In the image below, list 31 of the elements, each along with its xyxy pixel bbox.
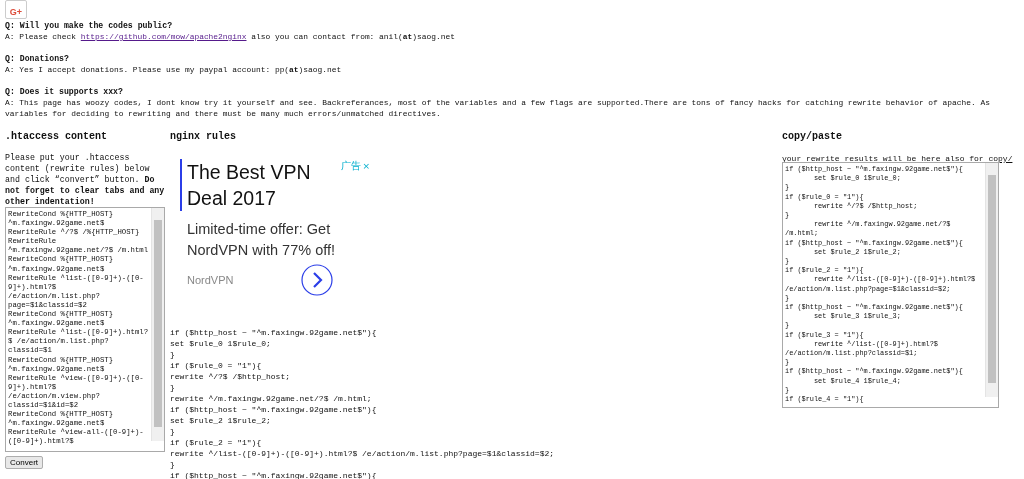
code-line: }	[170, 459, 176, 470]
faq-question: Q: Will you make the codes public?	[5, 20, 174, 31]
code-line: if ($rule_2 = "1"){	[170, 437, 263, 448]
code-line: }	[170, 382, 176, 393]
google-plus-button[interactable]: G+	[5, 0, 27, 19]
code-line: if ($http_host ~ "^m.faxingw.92game.net$"){	[170, 404, 378, 415]
scrollbar[interactable]	[985, 163, 998, 397]
code-line: }	[170, 426, 176, 437]
column-heading: nginx rules	[170, 130, 237, 144]
faq-question: Q: Donations?	[5, 53, 70, 64]
advertiser-name: NordVPN	[187, 274, 234, 286]
arrow-circle-icon[interactable]	[301, 264, 334, 296]
ad-headline: The Best VPN Deal 2017	[180, 159, 337, 211]
column-heading: .htaccess content	[5, 130, 109, 144]
ad-text: Limited-time offer: Get NordVPN with 77% off!	[187, 220, 337, 260]
code-line: set $rule_2 1$rule_2;	[170, 415, 272, 426]
faq-question: Q: Does it supports xxx?	[5, 86, 124, 97]
code-line: rewrite ^/?$ /$http_host;	[170, 371, 292, 382]
code-line: if ($http_host ~ "^m.faxingw.92game.net$"){	[170, 327, 378, 338]
scrollbar[interactable]	[151, 208, 164, 441]
instructions: Please put your .htaccess content (rewrite rules) below and click “convert” button. Do not forget to clear tabs and any other indentation!	[5, 152, 165, 207]
convert-button[interactable]: Convert	[5, 456, 43, 469]
code-line: if ($http_host ~ "^m.faxingw.92game.net$"){	[170, 470, 378, 479]
code-line: if ($rule_0 = "1"){	[170, 360, 263, 371]
code-line: set $rule_0 1$rule_0;	[170, 338, 272, 349]
code-line: rewrite ^/m.faxingw.92game.net/?$ /m.html;	[170, 393, 373, 404]
code-line: rewrite ^/list-([0-9]+)-([0-9]+).html?$ /e/action/m.list.php?page=$1&classid=$2;	[170, 448, 556, 459]
column-heading: copy/paste	[782, 130, 843, 144]
code-line: }	[170, 349, 176, 360]
hint-text: your rewrite results will be here also for copy/	[782, 154, 1014, 164]
ad-label: 广告	[341, 159, 362, 173]
